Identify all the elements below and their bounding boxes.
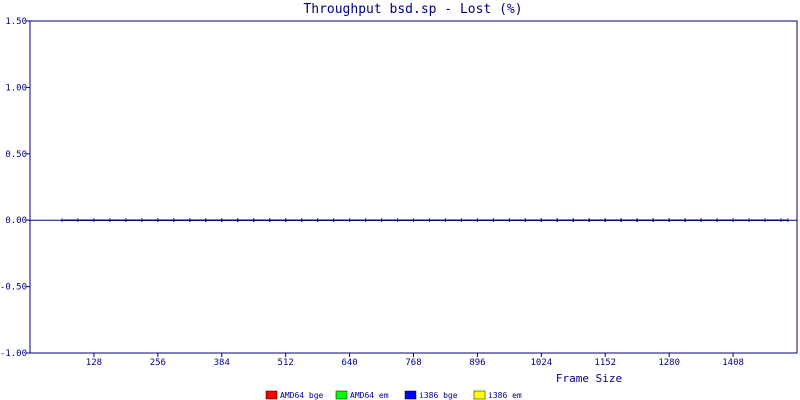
legend-swatch [265, 390, 278, 400]
x-tick-label: 256 [150, 358, 166, 368]
x-tick-label: 1024 [530, 358, 552, 368]
x-tick-label: 128 [86, 358, 102, 368]
legend-label: i386 bge [419, 391, 458, 400]
x-tick-label: 896 [469, 358, 485, 368]
plot-area [29, 20, 798, 354]
y-tick-label: 0.00 [5, 216, 27, 226]
legend-swatch [473, 390, 486, 400]
series-layer [30, 218, 797, 222]
legend-swatch [335, 390, 348, 400]
x-axis: 128 256 384 512 640 768 896 1024 1152 1280 1408 [86, 353, 744, 368]
x-tick-label: 1408 [722, 358, 744, 368]
legend-label: AMD64 em [350, 391, 389, 400]
x-tick-label: 1280 [658, 358, 680, 368]
legend-label: AMD64 bge [280, 391, 324, 400]
y-tick-label: 1.00 [5, 83, 27, 93]
y-axis: 1.50 1.00 0.50 0.00 -0.50 -1.00 [0, 17, 30, 359]
x-tick-label: 512 [278, 358, 294, 368]
x-axis-label: Frame Size [556, 372, 622, 385]
y-tick-label: -1.00 [0, 349, 27, 359]
legend-label: i386 em [488, 391, 522, 400]
chart: Throughput bsd.sp - Lost (%) 1.50 1.00 0.5… [0, 2, 798, 400]
x-tick-label: 768 [405, 358, 421, 368]
x-tick-label: 1152 [594, 358, 616, 368]
chart-title: Throughput bsd.sp - Lost (%) [303, 2, 522, 17]
y-tick-label: 0.50 [5, 150, 27, 160]
y-tick-label: 1.50 [5, 17, 27, 27]
y-tick-label: -0.50 [0, 283, 27, 293]
x-tick-label: 640 [341, 358, 357, 368]
x-tick-label: 384 [214, 358, 230, 368]
legend-swatch [404, 390, 417, 400]
legend: AMD64 bge AMD64 em i386 bge i386 em [265, 390, 522, 400]
